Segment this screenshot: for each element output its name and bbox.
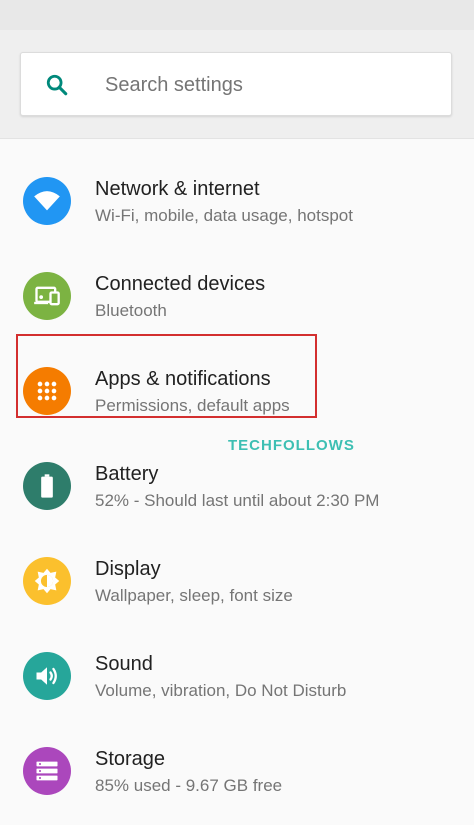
settings-item-display[interactable]: Display Wallpaper, sleep, font size: [0, 531, 474, 625]
wifi-icon: [23, 177, 71, 225]
item-title: Display: [95, 558, 161, 580]
settings-item-storage[interactable]: Storage 85% used - 9.67 GB free: [0, 721, 474, 815]
devices-icon: [23, 272, 71, 320]
settings-item-sound[interactable]: Sound Volume, vibration, Do Not Disturb: [0, 626, 474, 720]
search-icon: [46, 74, 68, 96]
item-title: Connected devices: [95, 273, 266, 295]
brightness-icon: [23, 557, 71, 605]
item-subtitle: 52% - Should last until about 2:30 PM: [95, 491, 380, 510]
item-title: Network & internet: [95, 178, 260, 200]
item-title: Battery: [95, 463, 159, 485]
status-bar: [0, 0, 474, 30]
settings-item-network[interactable]: Network & internet Wi-Fi, mobile, data u…: [0, 151, 474, 245]
storage-icon: [23, 747, 71, 795]
settings-item-connected-devices[interactable]: Connected devices Bluetooth: [0, 246, 474, 340]
search-input[interactable]: Search settings: [105, 73, 243, 97]
item-subtitle: 85% used - 9.67 GB free: [95, 776, 283, 795]
battery-icon: [23, 462, 71, 510]
watermark: TECHFOLLOWS: [228, 437, 355, 454]
item-subtitle: Volume, vibration, Do Not Disturb: [95, 681, 347, 700]
item-title: Storage: [95, 748, 166, 770]
item-subtitle: Bluetooth: [95, 301, 167, 320]
volume-icon: [23, 652, 71, 700]
item-title: Sound: [95, 653, 153, 675]
search-area: Search settings: [0, 30, 474, 139]
highlight-box: [16, 334, 317, 418]
search-bar[interactable]: Search settings: [20, 52, 452, 116]
item-subtitle: Wi-Fi, mobile, data usage, hotspot: [95, 206, 353, 225]
item-subtitle: Wallpaper, sleep, font size: [95, 586, 293, 605]
